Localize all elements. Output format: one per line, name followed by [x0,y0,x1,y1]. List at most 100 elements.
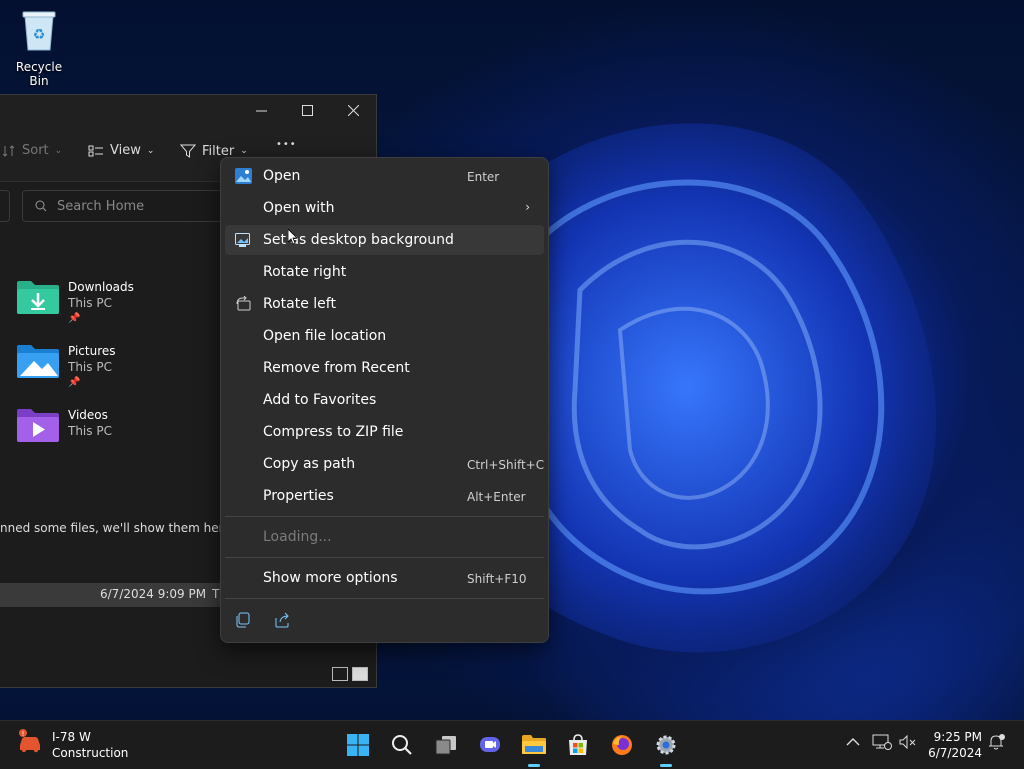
menu-item-rotate-left[interactable]: Rotate left [225,289,544,319]
menu-item-label: Show more options [263,570,398,586]
network-icon [872,734,892,750]
minimize-button[interactable] [238,95,284,125]
copy-icon[interactable] [233,610,253,630]
notifications-button[interactable] [988,733,1006,755]
traffic-alert-icon: ! [19,729,40,753]
view-button[interactable]: View ⌄ [88,143,154,158]
firefox-button[interactable] [608,731,636,759]
quick-access-name: Pictures [68,344,116,358]
menu-item-add-to-favorites[interactable]: Add to Favorites [225,385,544,415]
menu-item-label: Compress to ZIP file [263,424,404,440]
menu-item-open[interactable]: Open Enter [225,161,544,191]
videos-folder-icon [17,409,59,442]
details-view-icon[interactable] [332,667,348,681]
quick-access-location: This PC [68,296,112,310]
firefox-icon [612,735,632,755]
folder-icon [522,735,546,754]
chevron-down-icon: ⌄ [240,146,248,156]
file-explorer-taskbar-button[interactable] [520,731,548,767]
recycle-bin-shortcut[interactable]: ♻ Recycle Bin [6,8,72,88]
menu-item-compress-to-zip[interactable]: Compress to ZIP file [225,417,544,447]
menu-item-set-desktop-background[interactable]: Set as desktop background [225,225,544,255]
teams-chat-button[interactable] [476,731,504,759]
menu-item-label: Copy as path [263,456,356,472]
settings-button[interactable] [652,731,680,767]
more-options-button[interactable]: ••• [276,139,297,150]
clock-time: 9:25 PM [933,730,982,744]
weather-line-2: Construction [52,746,129,760]
view-list-icon [88,145,103,156]
menu-item-rotate-right[interactable]: Rotate right [225,257,544,287]
sort-button[interactable]: Sort ⌄ [2,143,62,158]
recycle-bin-icon: ♻ [22,11,56,51]
menu-item-label: Open file location [263,328,387,344]
menu-item-open-with[interactable]: Open with › [225,193,544,223]
system-clock[interactable]: 9:25 PM 6/7/2024 [926,729,982,761]
desktop-background-icon [235,233,250,247]
context-menu: Open Enter Open with › Set as desktop ba… [220,157,549,643]
menu-separator [225,598,544,599]
close-icon [347,104,359,116]
search-icon [392,735,412,755]
menu-item-label: Rotate left [263,296,336,312]
maximize-icon [301,104,313,116]
search-button[interactable] [388,731,416,759]
menu-item-properties[interactable]: Properties Alt+Enter [225,481,544,511]
sort-icon [2,144,15,157]
svg-text:♻: ♻ [33,27,46,43]
menu-item-shortcut: Shift+F10 [467,572,527,586]
quick-access-name: Videos [68,408,108,422]
recent-type: T [212,587,220,601]
pictures-folder-icon [17,345,59,378]
quick-access-item-downloads[interactable]: Downloads This PC 📌 [16,279,134,327]
minimize-icon [255,110,267,111]
show-hidden-icons-button[interactable] [846,735,860,751]
clock-date: 6/7/2024 [928,746,982,760]
chevron-down-icon: ⌄ [54,145,63,156]
weather-widget[interactable]: ! I-78 W Construction [16,729,128,761]
menu-item-open-file-location[interactable]: Open file location [225,321,544,351]
title-bar [0,95,376,127]
chat-icon [480,737,500,752]
weather-line-1: I-78 W [52,730,91,744]
chevron-right-icon: › [525,200,530,214]
pin-icon: 📌 [68,313,81,324]
task-view-button[interactable] [432,731,460,759]
menu-item-label: Rotate right [263,264,347,280]
maximize-button[interactable] [284,95,330,125]
start-button[interactable] [344,731,372,759]
recent-date: 6/7/2024 9:09 PM [100,587,207,601]
menu-item-shortcut: Ctrl+Shift+C [467,458,545,472]
menu-item-copy-as-path[interactable]: Copy as path Ctrl+Shift+C [225,449,544,479]
chevron-up-icon [846,738,860,746]
sort-label: Sort [22,143,49,158]
menu-item-remove-from-recent[interactable]: Remove from Recent [225,353,544,383]
network-button[interactable] [872,733,892,755]
task-view-icon [435,736,456,755]
quick-access-item-pictures[interactable]: Pictures This PC 📌 [16,343,116,391]
share-icon[interactable] [273,610,293,630]
close-button[interactable] [330,95,376,125]
menu-item-label: Open [263,168,301,184]
svg-text:!: ! [22,730,25,738]
quick-access-item-videos[interactable]: Videos This PC [16,407,112,443]
menu-item-shortcut: Alt+Enter [467,490,526,504]
recycle-bin-label: Recycle Bin [15,60,63,88]
more-icon: ••• [276,139,297,150]
menu-item-show-more-options[interactable]: Show more options Shift+F10 [225,563,544,593]
volume-muted-icon [899,734,916,750]
tiles-view-icon[interactable] [352,667,368,681]
volume-button[interactable] [898,733,918,755]
search-icon [35,200,47,212]
address-bar[interactable] [0,190,10,222]
photos-app-icon [235,168,252,184]
mouse-cursor-icon [288,229,298,245]
gear-icon [656,735,676,755]
notification-bell-icon [989,734,1005,750]
menu-item-shortcut: Enter [467,170,500,184]
store-icon [569,734,587,755]
recent-empty-message: nned some files, we'll show them here. [0,521,235,535]
microsoft-store-button[interactable] [564,731,592,759]
menu-item-label: Open with [263,200,335,216]
search-placeholder: Search Home [57,198,145,214]
